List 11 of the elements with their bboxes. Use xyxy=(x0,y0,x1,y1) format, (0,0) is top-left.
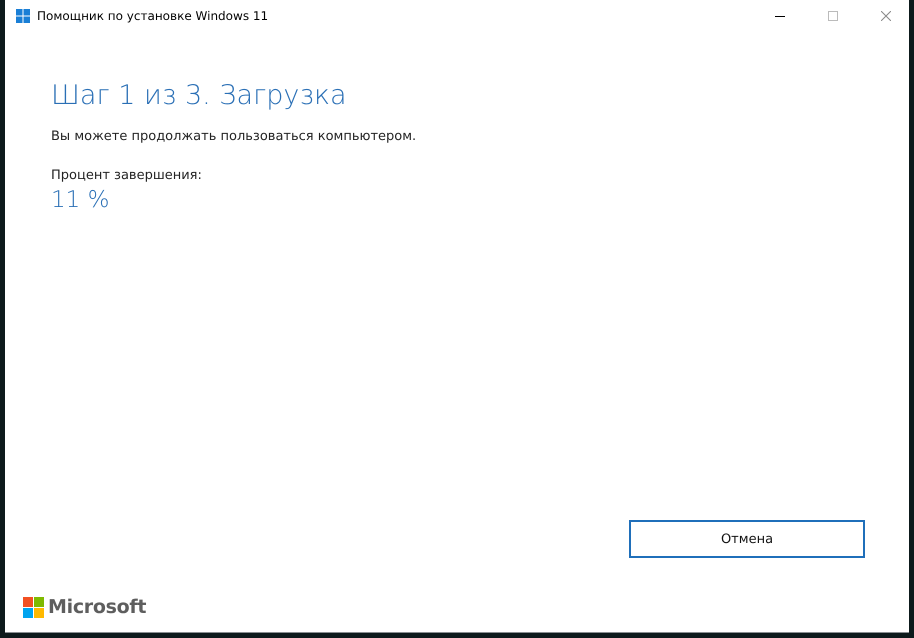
microsoft-logo-icon xyxy=(23,596,44,618)
windows-logo-icon xyxy=(16,9,30,23)
step-heading: Шаг 1 из 3. Загрузка xyxy=(51,80,348,111)
description-text: Вы можете продолжать пользоваться компьютером. xyxy=(51,129,418,144)
brand-name: Microsoft xyxy=(48,596,146,618)
close-icon[interactable] xyxy=(881,11,891,21)
maximize-icon[interactable] xyxy=(828,11,838,21)
cancel-button[interactable]: Отмена xyxy=(629,520,865,558)
window-title: Помощник по установке Windows 11 xyxy=(37,9,270,23)
progress-percent: 11 % xyxy=(51,187,110,213)
progress-label: Процент завершения: xyxy=(51,168,203,183)
